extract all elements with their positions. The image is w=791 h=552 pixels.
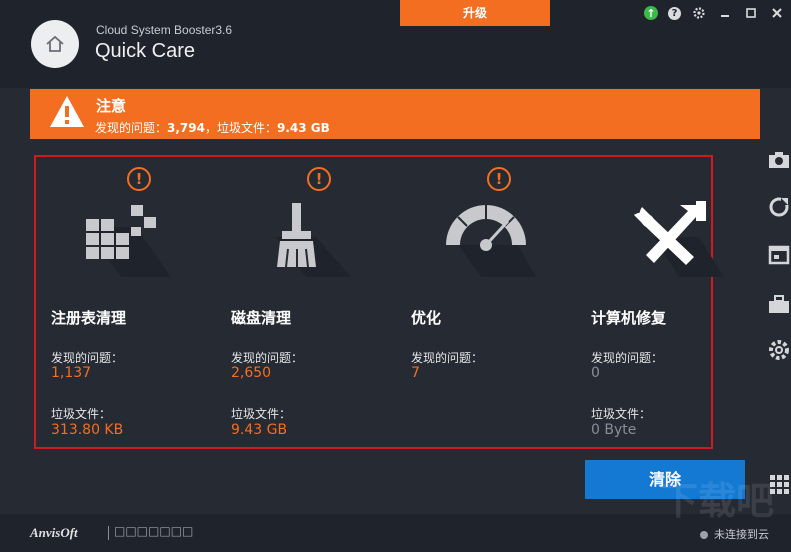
- wrench-hammer-icon: [634, 201, 724, 277]
- junk-label: 垃圾文件：: [231, 407, 292, 421]
- junk-label: 垃圾文件：: [51, 407, 112, 421]
- cloud-status: 未连接到云: [700, 526, 769, 542]
- category-optimize[interactable]: ! 优化 发现的问题： 7: [396, 157, 571, 447]
- scan-results-panel: ! 注册表清理 发现的问题： 1,137 垃圾文件： 313.80 KB ! 磁…: [34, 155, 724, 449]
- alert-title: 注意: [96, 97, 127, 115]
- alert-banner: 注意 发现的问题：3,794，垃圾文件：9.43 GB: [30, 89, 760, 139]
- registry-blocks-icon: [86, 205, 171, 277]
- upgrade-button[interactable]: 升级: [400, 0, 550, 26]
- home-button[interactable]: [31, 20, 79, 68]
- broom-icon: [276, 203, 351, 277]
- issues-value: 7: [411, 365, 420, 381]
- close-icon[interactable]: [769, 5, 785, 21]
- settings-gear-icon[interactable]: [767, 338, 791, 362]
- brand-tagline: □□□□□□□: [114, 524, 194, 538]
- refresh-icon[interactable]: [767, 195, 791, 219]
- minimize-icon[interactable]: [717, 5, 733, 21]
- alert-junk-total: 9.43 GB: [277, 121, 330, 135]
- category-title: 计算机修复: [591, 309, 667, 327]
- junk-label: 垃圾文件：: [591, 407, 652, 421]
- page-title: Quick Care: [95, 40, 196, 62]
- speedometer-icon: [446, 205, 536, 277]
- issues-label: 发现的问题：: [411, 351, 484, 365]
- alert-issues-label: 发现的问题：: [95, 121, 168, 135]
- category-title: 优化: [411, 309, 442, 327]
- settings-gear-icon[interactable]: [691, 5, 707, 21]
- category-repair[interactable]: 计算机修复 发现的问题： 0 垃圾文件： 0 Byte: [576, 157, 751, 447]
- cloud-status-text: 未连接到云: [714, 528, 769, 541]
- help-icon[interactable]: ?: [668, 6, 681, 20]
- issues-label: 发现的问题：: [51, 351, 124, 365]
- app-window: Cloud System Booster3.6 Quick Care 升级 ↑ …: [0, 0, 791, 552]
- category-title: 磁盘清理: [231, 309, 292, 327]
- update-icon[interactable]: ↑: [644, 6, 658, 20]
- header: Cloud System Booster3.6 Quick Care 升级 ↑ …: [0, 0, 791, 88]
- issues-label: 发现的问题：: [591, 351, 664, 365]
- category-title: 注册表清理: [51, 309, 127, 327]
- category-registry[interactable]: ! 注册表清理 发现的问题： 1,137 垃圾文件： 313.80 KB: [36, 157, 211, 447]
- watermark: 下载吧: [660, 479, 775, 523]
- right-side-rail: [763, 140, 791, 514]
- window-controls: ↑ ?: [644, 4, 785, 22]
- warning-icon: !: [307, 167, 331, 191]
- toolbox-icon[interactable]: [767, 292, 791, 316]
- home-icon: [46, 35, 64, 52]
- issues-value: 2,650: [231, 365, 272, 381]
- issues-value: 1,137: [51, 365, 92, 381]
- alert-detail: 发现的问题：3,794，垃圾文件：9.43 GB: [95, 119, 330, 136]
- warning-triangle-icon: [50, 96, 84, 127]
- brand-logo: AnvisOft: [30, 525, 78, 540]
- app-name: Cloud System Booster3.6: [96, 23, 233, 37]
- issues-label: 发现的问题：: [231, 351, 304, 365]
- junk-value: 9.43 GB: [231, 422, 288, 438]
- alert-junk-label: ，垃圾文件：: [204, 121, 277, 135]
- warning-icon: !: [487, 167, 511, 191]
- window-list-icon[interactable]: [767, 243, 791, 267]
- brand-divider: [108, 526, 109, 540]
- camera-icon[interactable]: [767, 148, 791, 172]
- alert-issues-total: 3,794: [167, 121, 205, 135]
- junk-value: 0 Byte: [591, 422, 637, 438]
- junk-value: 313.80 KB: [51, 422, 124, 438]
- category-disk[interactable]: ! 磁盘清理 发现的问题： 2,650 垃圾文件： 9.43 GB: [216, 157, 391, 447]
- issues-value: 0: [591, 365, 600, 381]
- cloud-status-dot-icon: [700, 531, 708, 539]
- maximize-icon[interactable]: [743, 5, 759, 21]
- warning-icon: !: [127, 167, 151, 191]
